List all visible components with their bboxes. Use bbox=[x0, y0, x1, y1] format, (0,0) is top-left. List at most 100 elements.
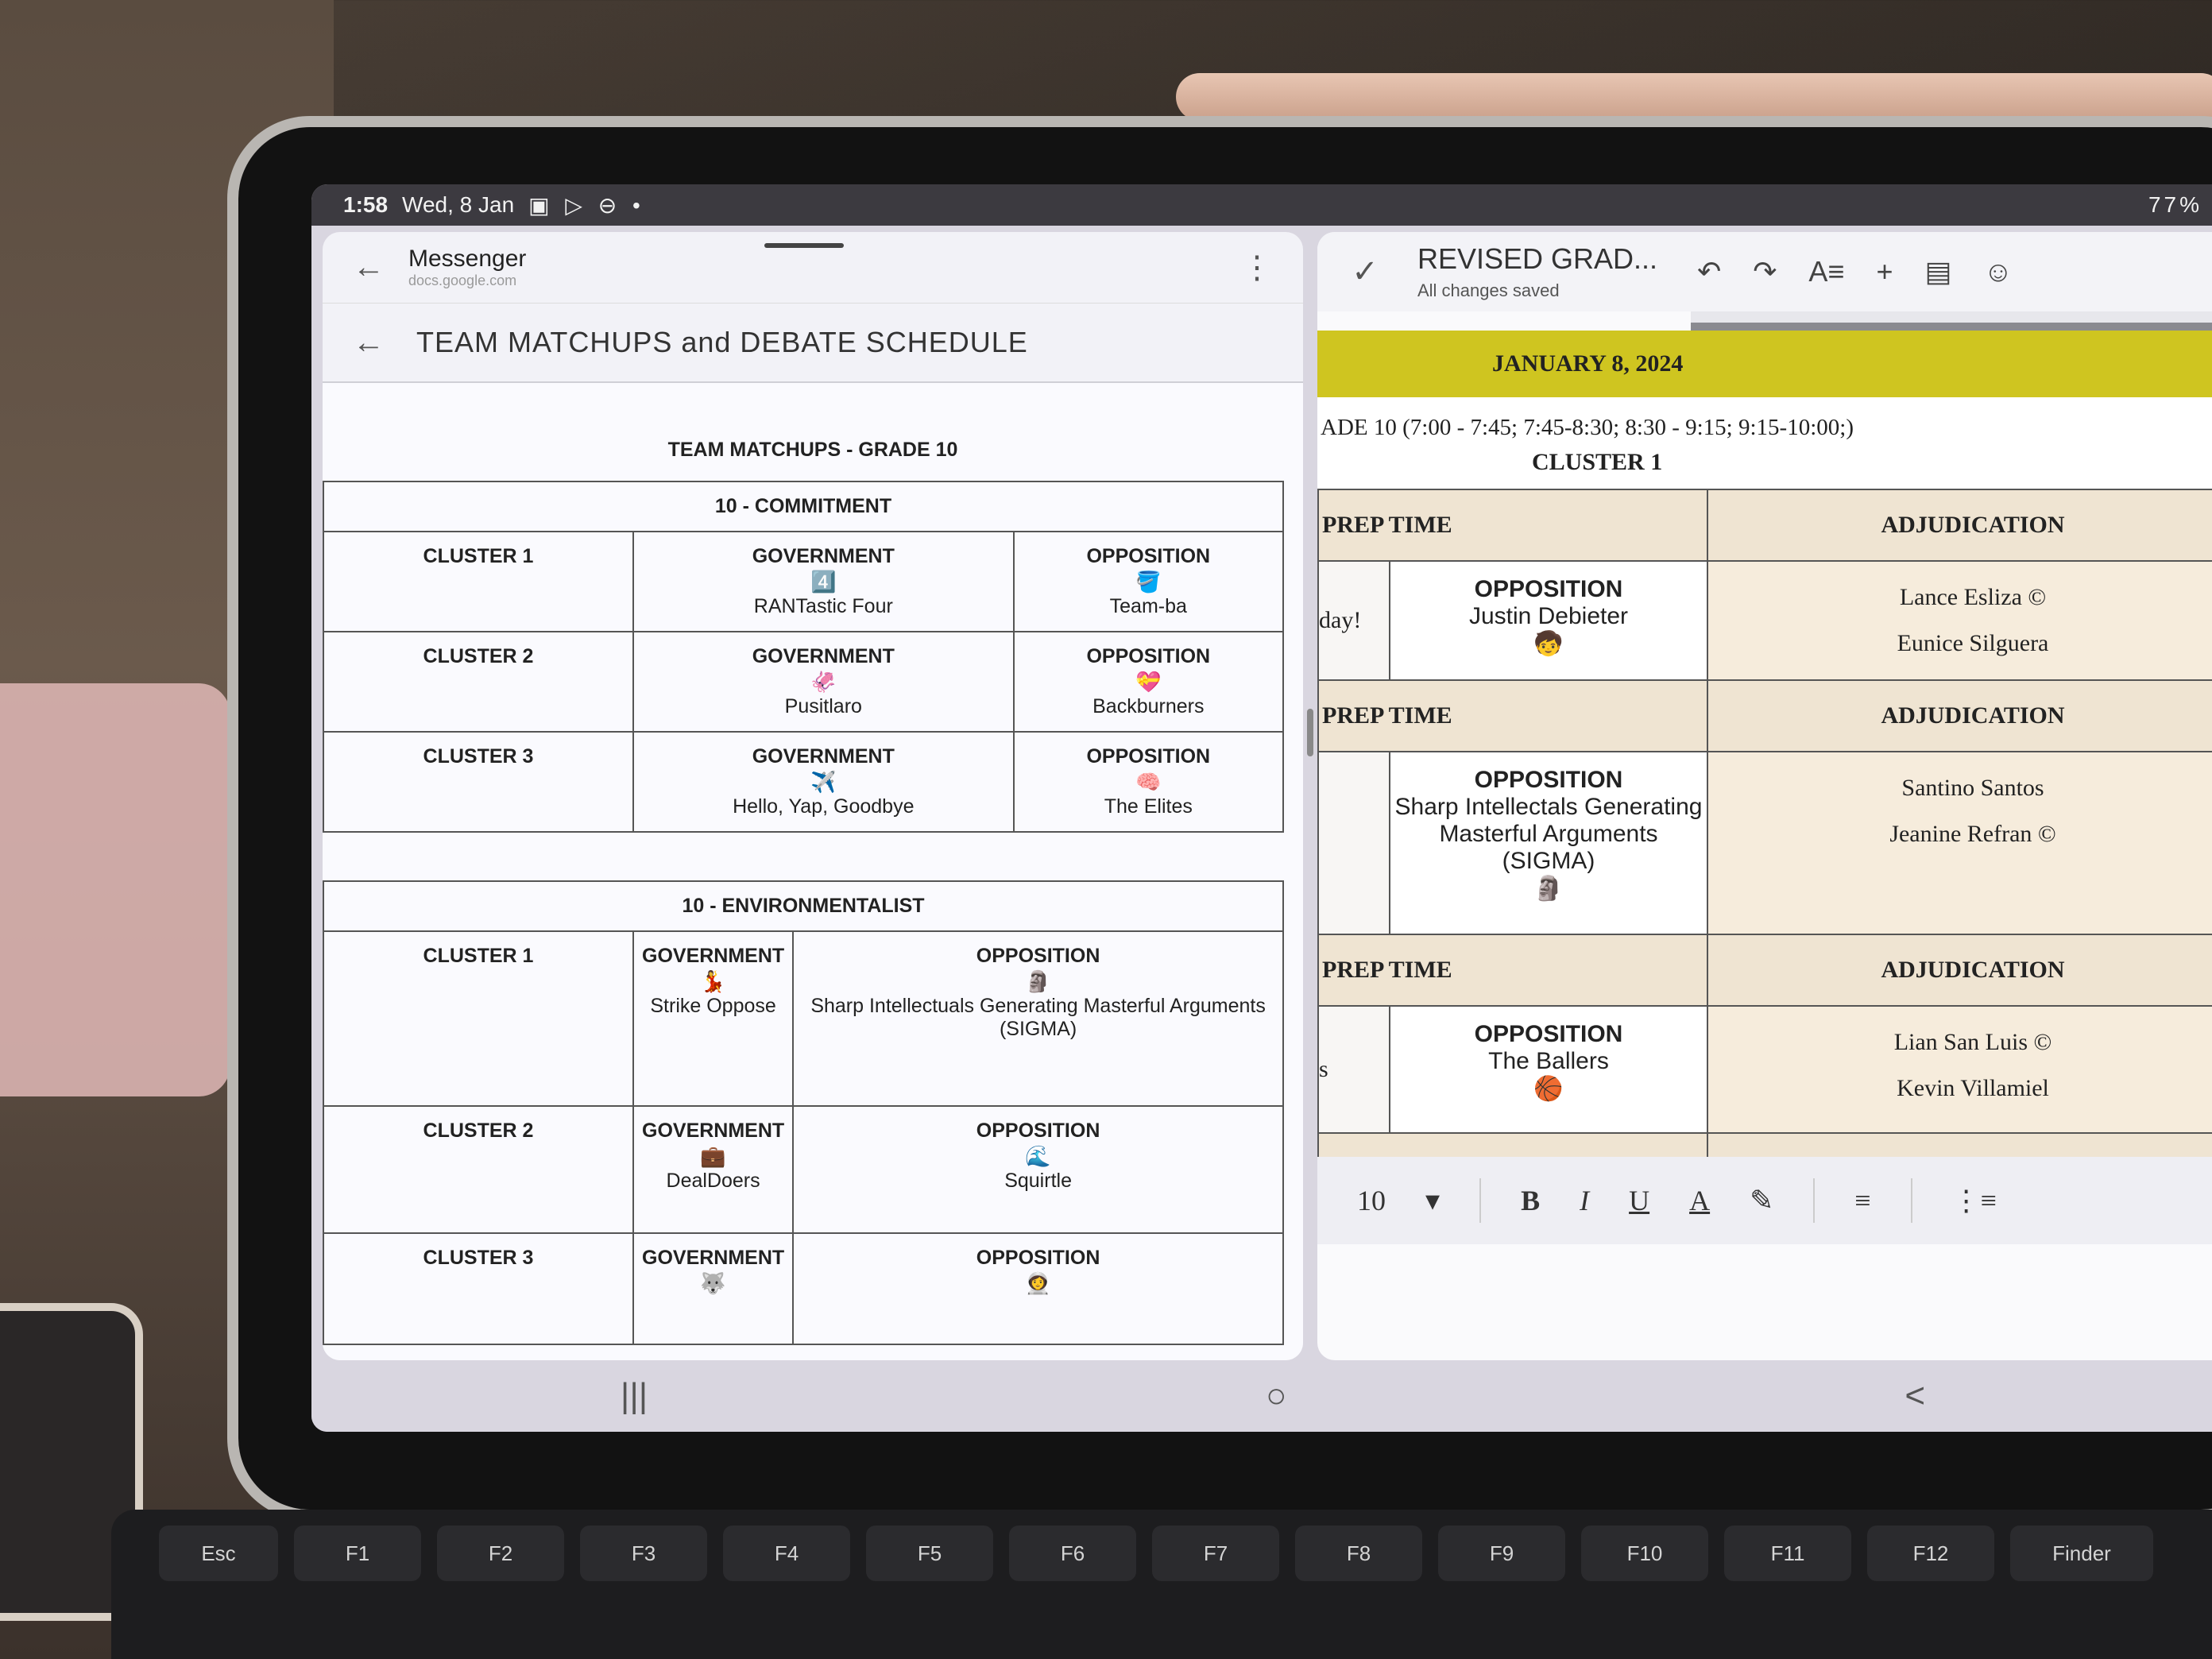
checkmark-icon[interactable]: ✓ bbox=[1341, 248, 1389, 296]
font-size-select[interactable]: 10 bbox=[1357, 1184, 1386, 1217]
browser-app-name: Messenger bbox=[408, 246, 527, 272]
key-f4[interactable]: F4 bbox=[723, 1526, 850, 1581]
side-label: GOVERNMENT bbox=[642, 945, 785, 967]
table-row: PREP TIME ADJUDICATION bbox=[1317, 934, 2212, 1007]
text-format-icon[interactable]: A≡ bbox=[1808, 255, 1844, 288]
judges-cell: Lian San Luis © Kevin Villamiel bbox=[1707, 1005, 2212, 1134]
government-cell: GOVERNMENT 💼 DealDoers bbox=[632, 1105, 795, 1234]
truncated-cell: s bbox=[1317, 1005, 1390, 1134]
underline-button[interactable]: U bbox=[1629, 1184, 1649, 1217]
adjudication-cell: ADJUDICATION bbox=[1707, 934, 2212, 1007]
side-label: OPPOSITION bbox=[1086, 545, 1211, 567]
team-emoji-icon: 🏀 bbox=[1533, 1076, 1564, 1102]
more-options-icon[interactable]: ⋮ bbox=[1233, 244, 1281, 292]
prep-time-cell: PREP TIME bbox=[1317, 679, 1708, 752]
team-name: Pusitlaro bbox=[784, 695, 862, 717]
key-f1[interactable]: F1 bbox=[294, 1526, 421, 1581]
table-row: CLUSTER 2 GOVERNMENT 💼 DealDoers OPPOSITIO… bbox=[323, 1105, 1284, 1234]
table-row: PREP TIME ADJUDICATION bbox=[1317, 489, 2212, 562]
key-f9[interactable]: F9 bbox=[1438, 1526, 1565, 1581]
cluster-cell: CLUSTER 1 bbox=[323, 531, 634, 632]
side-label: OPPOSITION bbox=[976, 945, 1100, 967]
highlighter-icon[interactable]: ✎ bbox=[1750, 1184, 1773, 1217]
recents-button[interactable]: ||| bbox=[621, 1376, 648, 1416]
team-emoji-icon: 🧒 bbox=[1533, 631, 1564, 657]
government-cell: GOVERNMENT 💃 Strike Oppose bbox=[632, 930, 795, 1107]
doc-back-arrow-icon[interactable]: ← bbox=[345, 319, 393, 366]
cluster-cell: CLUSTER 3 bbox=[323, 731, 634, 833]
doc-header: ← TEAM MATCHUPS and DEBATE SCHEDULE bbox=[323, 304, 1303, 383]
judges-cell: Lance Esliza © Eunice Silguera bbox=[1707, 560, 2212, 681]
team-name: Sharp Intellectals Generating Masterful … bbox=[1394, 794, 1703, 874]
key-f10[interactable]: F10 bbox=[1581, 1526, 1708, 1581]
opposition-cell: OPPOSITION 🌊 Squirtle bbox=[792, 1105, 1284, 1234]
redo-icon[interactable]: ↷ bbox=[1753, 255, 1777, 288]
key-f8[interactable]: F8 bbox=[1295, 1526, 1422, 1581]
doc-sheet: JANUARY 8, 2024 ADE 10 (7:00 - 7:45; 7:4… bbox=[1317, 331, 2212, 1244]
bullet-list-icon[interactable]: ⋮≡ bbox=[1952, 1184, 1997, 1217]
key-f12[interactable]: F12 bbox=[1867, 1526, 1994, 1581]
team-name: Sharp Intellectuals Generating Masterful… bbox=[810, 995, 1266, 1040]
cluster-cell: CLUSTER 2 bbox=[323, 1105, 634, 1234]
undo-icon[interactable]: ↶ bbox=[1697, 255, 1721, 288]
truncated-cell: day! bbox=[1317, 560, 1390, 681]
key-esc[interactable]: Esc bbox=[159, 1526, 278, 1581]
key-f3[interactable]: F3 bbox=[580, 1526, 707, 1581]
key-f5[interactable]: F5 bbox=[866, 1526, 993, 1581]
opposition-cell: OPPOSITION The Ballers 🏀 bbox=[1389, 1005, 1708, 1134]
toolbar-separator bbox=[1813, 1178, 1816, 1223]
docs-title[interactable]: REVISED GRAD... bbox=[1417, 242, 1657, 276]
stylus-pen bbox=[1176, 73, 2212, 121]
side-label: GOVERNMENT bbox=[752, 745, 895, 768]
government-cell: GOVERNMENT ✈️ Hello, Yap, Goodbye bbox=[632, 731, 1015, 833]
key-f2[interactable]: F2 bbox=[437, 1526, 564, 1581]
italic-button[interactable]: I bbox=[1580, 1184, 1589, 1217]
opposition-cell: OPPOSITION 🪣 Team-ba bbox=[1012, 531, 1285, 632]
chevron-down-icon[interactable]: ▾ bbox=[1425, 1184, 1440, 1217]
opposition-cell: OPPOSITION Justin Debieter 🧒 bbox=[1389, 560, 1708, 681]
table-spacer bbox=[323, 833, 1303, 880]
save-status: All changes saved bbox=[1417, 280, 1560, 300]
side-label: OPPOSITION bbox=[1474, 1021, 1623, 1047]
back-button[interactable]: < bbox=[1905, 1376, 1925, 1416]
key-f7[interactable]: F7 bbox=[1152, 1526, 1279, 1581]
status-time: 1:58 bbox=[343, 192, 389, 217]
schedule-table: PREP TIME ADJUDICATION day! OPPOSITION Ju… bbox=[1317, 489, 2212, 1205]
key-f6[interactable]: F6 bbox=[1009, 1526, 1136, 1581]
share-icon[interactable]: ☺ bbox=[1983, 255, 2013, 288]
toolbar-separator bbox=[1479, 1178, 1482, 1223]
cluster-cell: CLUSTER 2 bbox=[323, 631, 634, 733]
adjudication-cell: ADJUDICATION bbox=[1707, 679, 2212, 752]
table-row: OPPOSITION Sharp Intellectals Generating … bbox=[1317, 751, 2212, 935]
home-button[interactable]: ○ bbox=[1266, 1376, 1287, 1416]
team-emoji-icon: 4️⃣ bbox=[810, 570, 837, 594]
group-header: 10 - COMMITMENT bbox=[323, 481, 1284, 532]
text-color-button[interactable]: A bbox=[1689, 1184, 1710, 1217]
bold-button[interactable]: B bbox=[1521, 1184, 1540, 1217]
comment-icon[interactable]: ▤ bbox=[1924, 255, 1951, 288]
team-emoji-icon: 🦑 bbox=[810, 670, 837, 694]
government-cell: GOVERNMENT 🐺 bbox=[632, 1232, 795, 1345]
docs-toolbar: ✓ REVISED GRAD... All changes saved ↶ ↷ … bbox=[1317, 232, 2212, 311]
side-label: GOVERNMENT bbox=[642, 1120, 785, 1142]
align-icon[interactable]: ≡ bbox=[1854, 1184, 1870, 1217]
opposition-cell: OPPOSITION 🗿 Sharp Intellectuals Generatin… bbox=[792, 930, 1284, 1107]
team-emoji-icon: ✈️ bbox=[810, 770, 837, 794]
back-arrow-icon[interactable]: ← bbox=[345, 244, 393, 292]
browser-url: docs.google.com bbox=[408, 273, 517, 288]
window-drag-handle[interactable] bbox=[764, 243, 844, 248]
doc-title: TEAM MATCHUPS and DEBATE SCHEDULE bbox=[416, 326, 1028, 358]
team-emoji-icon: 🗿 bbox=[1025, 969, 1051, 993]
side-label: OPPOSITION bbox=[1474, 576, 1623, 602]
key-finder[interactable]: Finder bbox=[2010, 1526, 2153, 1581]
split-divider-handle[interactable] bbox=[1307, 709, 1313, 756]
notification-icons: ▣ ▷ ⊖ • bbox=[528, 192, 645, 218]
docs-title-block: REVISED GRAD... All changes saved bbox=[1417, 242, 1657, 301]
team-emoji-icon: 🗿 bbox=[1533, 876, 1564, 902]
cluster-cell: CLUSTER 3 bbox=[323, 1232, 634, 1345]
judge-name: Eunice Silguera bbox=[1897, 630, 2049, 656]
add-icon[interactable]: + bbox=[1876, 255, 1893, 288]
status-bar: 1:58 Wed, 8 Jan ▣ ▷ ⊖ • 77% bbox=[311, 184, 2212, 226]
team-emoji-icon: 🐺 bbox=[700, 1271, 726, 1295]
key-f11[interactable]: F11 bbox=[1724, 1526, 1851, 1581]
